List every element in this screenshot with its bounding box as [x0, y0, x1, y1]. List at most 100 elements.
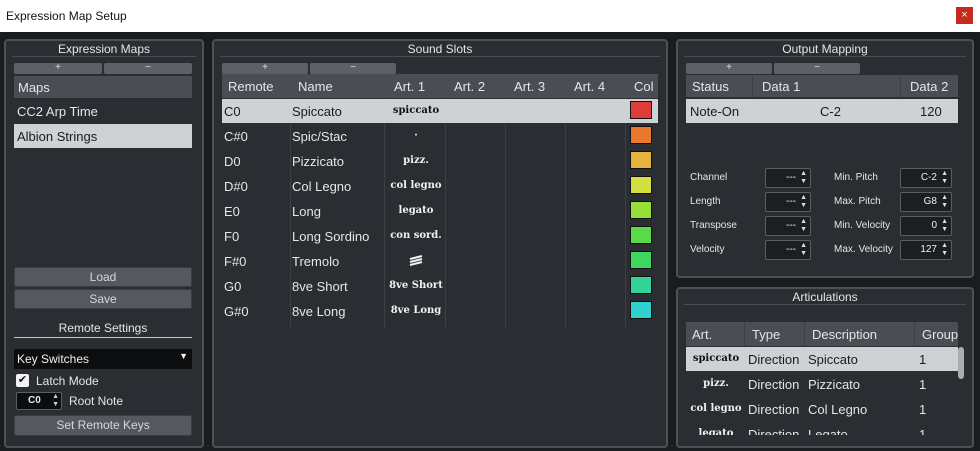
tremolo-icon	[386, 255, 446, 270]
remove-map-button[interactable]: −	[104, 63, 192, 74]
output-field-label: Channel	[690, 172, 728, 183]
remote-settings-title: Remote Settings	[58, 321, 148, 335]
column-status[interactable]: Status	[692, 79, 729, 94]
column-divider	[752, 75, 753, 97]
output-data1: C-2	[820, 104, 841, 119]
column-data1[interactable]: Data 1	[762, 79, 800, 94]
articulation-description: Col Legno	[808, 402, 868, 417]
load-button[interactable]: Load	[14, 267, 192, 287]
spin-arrows-icon: ▲ ▼	[941, 218, 948, 233]
column-color[interactable]: Col	[634, 79, 654, 94]
output-field-spinbox[interactable]: C-2 ▲ ▼	[900, 168, 952, 188]
output-field-spinbox[interactable]: --- ▲ ▼	[765, 216, 811, 236]
slot-color-swatch[interactable]	[630, 176, 652, 194]
sound-slot-row[interactable]: F0 Long Sordino con sord.	[222, 224, 658, 248]
column-divider	[914, 322, 915, 346]
output-field-spinbox[interactable]: G8 ▲ ▼	[900, 192, 952, 212]
column-art4[interactable]: Art. 4	[574, 79, 605, 94]
spin-value: ---	[786, 244, 796, 255]
column-art[interactable]: Art.	[692, 327, 712, 342]
maps-header-label: Maps	[18, 80, 50, 95]
sound-slot-row[interactable]: G0 8ve Short 8ve Short	[222, 274, 658, 298]
root-note-spinbox[interactable]: C0 ▲ ▼	[16, 392, 62, 410]
column-remote[interactable]: Remote	[228, 79, 274, 94]
map-item-label: Albion Strings	[17, 129, 98, 144]
column-divider	[744, 322, 745, 346]
output-field-spinbox[interactable]: 0 ▲ ▼	[900, 216, 952, 236]
column-art3[interactable]: Art. 3	[514, 79, 545, 94]
column-group[interactable]: Group	[922, 327, 958, 342]
scrollbar-thumb[interactable]	[958, 347, 964, 379]
add-map-button[interactable]: +	[14, 63, 102, 74]
slot-color-swatch[interactable]	[630, 101, 652, 119]
column-data2[interactable]: Data 2	[910, 79, 948, 94]
column-art2[interactable]: Art. 2	[454, 79, 485, 94]
map-item-albion-strings[interactable]: Albion Strings	[14, 124, 192, 148]
remove-slot-button[interactable]: −	[310, 63, 396, 74]
column-description[interactable]: Description	[812, 327, 877, 342]
articulations-title: Articulations	[792, 290, 858, 304]
output-field-spinbox[interactable]: 127 ▲ ▼	[900, 240, 952, 260]
slot-color-swatch[interactable]	[630, 126, 652, 144]
title-bar: Expression Map Setup ×	[0, 0, 980, 32]
remote-settings-divider	[14, 337, 192, 338]
sound-slot-row[interactable]: D#0 Col Legno col legno	[222, 174, 658, 198]
spin-value: 0	[931, 220, 937, 231]
slot-remote: D0	[224, 154, 241, 169]
map-item-cc2-arp-time[interactable]: CC2 Arp Time	[14, 100, 192, 122]
slot-color-swatch[interactable]	[630, 301, 652, 319]
output-mapping-row[interactable]: Note-On C-2 120	[686, 99, 958, 123]
panel-divider	[220, 56, 660, 57]
set-remote-keys-button[interactable]: Set Remote Keys	[14, 415, 192, 436]
articulation-description: Legato	[808, 427, 848, 435]
sound-slot-row[interactable]: F#0 Tremolo	[222, 249, 658, 273]
articulation-group: 1	[919, 352, 927, 367]
sound-slot-row[interactable]: G#0 8ve Long 8ve Long	[222, 299, 658, 323]
column-type[interactable]: Type	[752, 327, 780, 342]
articulation-row[interactable]: col legno Direction Col Legno 1	[686, 397, 958, 421]
articulation-row[interactable]: spiccato Direction Spiccato 1	[686, 347, 958, 371]
slot-name: Long Sordino	[292, 229, 370, 244]
output-field-spinbox[interactable]: --- ▲ ▼	[765, 192, 811, 212]
close-icon[interactable]: ×	[956, 7, 973, 24]
check-icon: ✔	[17, 374, 28, 386]
slot-remote: C#0	[224, 129, 248, 144]
spin-value: ---	[786, 172, 796, 183]
slot-name: Pizzicato	[292, 154, 345, 169]
articulation-type: Direction	[748, 377, 800, 392]
latch-mode-label: Latch Mode	[36, 374, 99, 388]
remote-mode-dropdown[interactable]: Key Switches ▼	[14, 349, 192, 369]
articulation-symbol: pizz.	[703, 378, 729, 389]
slot-articulation: legato	[398, 205, 434, 216]
output-field-spinbox[interactable]: --- ▲ ▼	[765, 168, 811, 188]
slot-remote: C0	[224, 104, 241, 119]
slot-articulation: spiccato	[392, 105, 440, 116]
sound-slot-row[interactable]: E0 Long legato	[222, 199, 658, 223]
output-field-spinbox[interactable]: --- ▲ ▼	[765, 240, 811, 260]
column-art1[interactable]: Art. 1	[394, 79, 425, 94]
slot-color-swatch[interactable]	[630, 226, 652, 244]
slot-color-swatch[interactable]	[630, 251, 652, 269]
sound-slot-row[interactable]: C#0 Spic/Stac ·	[222, 124, 658, 148]
slot-color-swatch[interactable]	[630, 276, 652, 294]
articulation-row[interactable]: legato Direction Legato 1	[686, 422, 958, 435]
sound-slot-row[interactable]: D0 Pizzicato pizz.	[222, 149, 658, 173]
slot-name: Col Legno	[292, 179, 352, 194]
remove-output-button[interactable]: −	[774, 63, 860, 74]
window-title: Expression Map Setup	[6, 9, 127, 23]
add-slot-button[interactable]: +	[222, 63, 308, 74]
sound-slot-row[interactable]: C0 Spiccato spiccato	[222, 99, 658, 123]
expression-maps-panel: Expression Maps + − Maps CC2 Arp Time Al…	[4, 39, 204, 448]
slot-remote: E0	[224, 204, 240, 219]
slot-color-swatch[interactable]	[630, 201, 652, 219]
add-output-button[interactable]: +	[686, 63, 772, 74]
output-field-label: Velocity	[690, 244, 725, 255]
slot-color-swatch[interactable]	[630, 151, 652, 169]
articulation-row[interactable]: pizz. Direction Pizzicato 1	[686, 372, 958, 396]
articulations-scrollbar[interactable]	[958, 347, 964, 435]
column-name[interactable]: Name	[298, 79, 333, 94]
slot-articulation: col legno	[390, 180, 442, 191]
latch-mode-checkbox[interactable]: ✔	[16, 374, 29, 387]
save-button[interactable]: Save	[14, 289, 192, 309]
sound-slots-panel: Sound Slots + − Remote Name Art. 1 Art. …	[212, 39, 668, 448]
